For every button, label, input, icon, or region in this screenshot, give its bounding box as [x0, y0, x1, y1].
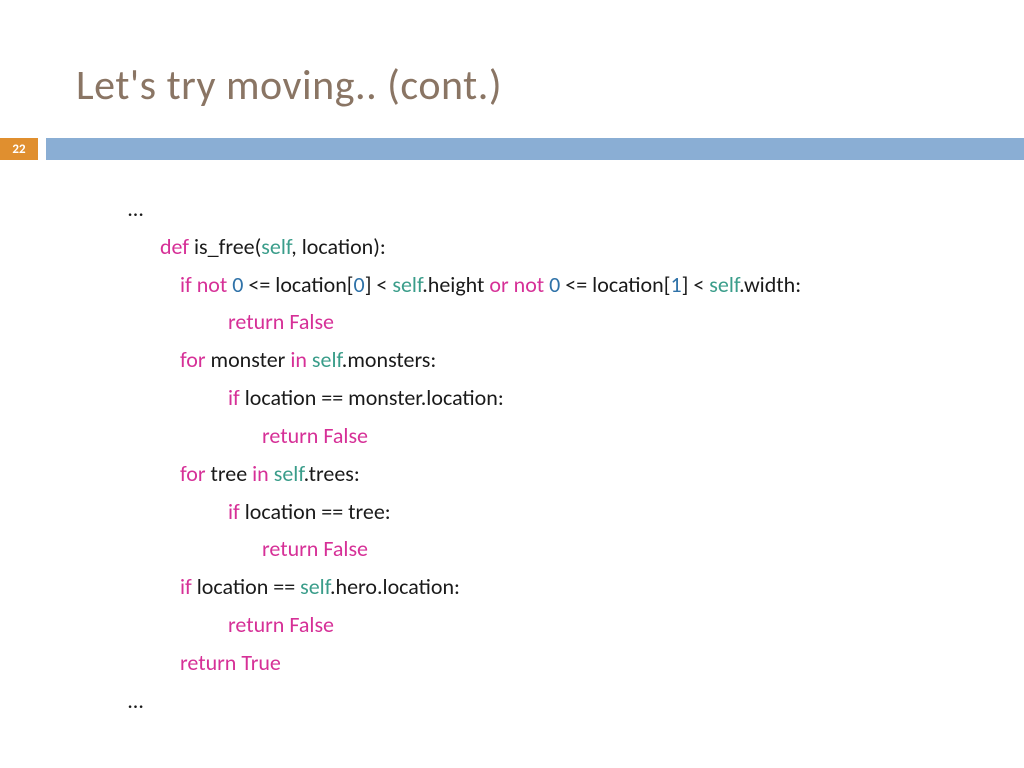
- code-line: …: [128, 190, 801, 228]
- code-text: location == tree:: [240, 498, 391, 525]
- self-keyword: self: [312, 346, 342, 373]
- code-text: <= location[: [243, 271, 353, 298]
- keyword-if: if: [228, 498, 240, 525]
- code-line: return False: [128, 303, 801, 341]
- code-text: , location):: [291, 233, 386, 260]
- bool-literal: False: [284, 308, 334, 335]
- keyword-in: in: [290, 346, 312, 373]
- code-text: .trees:: [304, 460, 360, 487]
- keyword-not: not: [192, 271, 232, 298]
- code-line: if not 0 <= location[0] < self.height or…: [128, 266, 801, 304]
- self-keyword: self: [392, 271, 422, 298]
- code-line: return False: [128, 606, 801, 644]
- code-text: .height: [422, 271, 489, 298]
- code-text: location ==: [192, 573, 300, 600]
- stripe-bar: [46, 138, 1024, 160]
- code-text: ] <: [682, 271, 710, 298]
- keyword-return: return: [228, 611, 284, 638]
- keyword-def: def: [160, 233, 189, 260]
- num-literal: 0: [549, 271, 560, 298]
- code-line: return False: [128, 530, 801, 568]
- code-text: .hero.location:: [330, 573, 460, 600]
- code-text: tree: [206, 460, 253, 487]
- code-text: .width:: [739, 271, 801, 298]
- keyword-return: return: [180, 649, 236, 676]
- code-line: …: [128, 682, 801, 720]
- code-line: for tree in self.trees:: [128, 455, 801, 493]
- code-text: <= location[: [560, 271, 670, 298]
- code-line: if location == self.hero.location:: [128, 568, 801, 606]
- bool-literal: False: [318, 422, 368, 449]
- stripe-gap: [38, 138, 46, 160]
- keyword-for: for: [180, 346, 206, 373]
- num-literal: 1: [670, 271, 681, 298]
- num-literal: 0: [232, 271, 243, 298]
- keyword-or: or: [489, 271, 508, 298]
- code-block: … def is_free(self, location): if not 0 …: [128, 190, 801, 720]
- code-line: if location == tree:: [128, 493, 801, 531]
- keyword-return: return: [228, 308, 284, 335]
- accent-stripe: 22: [0, 138, 1024, 160]
- self-keyword: self: [300, 573, 330, 600]
- code-text: monster: [206, 346, 291, 373]
- keyword-if: if: [228, 384, 240, 411]
- keyword-for: for: [180, 460, 206, 487]
- keyword-return: return: [262, 535, 318, 562]
- code-line: return False: [128, 417, 801, 455]
- num-literal: 0: [354, 271, 365, 298]
- page-number-badge: 22: [0, 138, 38, 160]
- keyword-return: return: [262, 422, 318, 449]
- self-keyword: self: [261, 233, 291, 260]
- keyword-not: not: [509, 271, 549, 298]
- bool-literal: False: [284, 611, 334, 638]
- code-line: return True: [128, 644, 801, 682]
- code-line: if location == monster.location:: [128, 379, 801, 417]
- keyword-if: if: [180, 271, 192, 298]
- code-text: location == monster.location:: [240, 384, 504, 411]
- bool-literal: False: [318, 535, 368, 562]
- code-text: .monsters:: [342, 346, 437, 373]
- keyword-in: in: [252, 460, 274, 487]
- code-text: is_free(: [189, 233, 261, 260]
- code-line: def is_free(self, location):: [128, 228, 801, 266]
- keyword-if: if: [180, 573, 192, 600]
- slide: Let's try moving.. (cont.) 22 … def is_f…: [0, 0, 1024, 768]
- self-keyword: self: [274, 460, 304, 487]
- bool-literal: True: [236, 649, 281, 676]
- slide-title: Let's try moving.. (cont.): [76, 60, 502, 111]
- self-keyword: self: [709, 271, 739, 298]
- code-line: for monster in self.monsters:: [128, 341, 801, 379]
- code-text: ] <: [365, 271, 393, 298]
